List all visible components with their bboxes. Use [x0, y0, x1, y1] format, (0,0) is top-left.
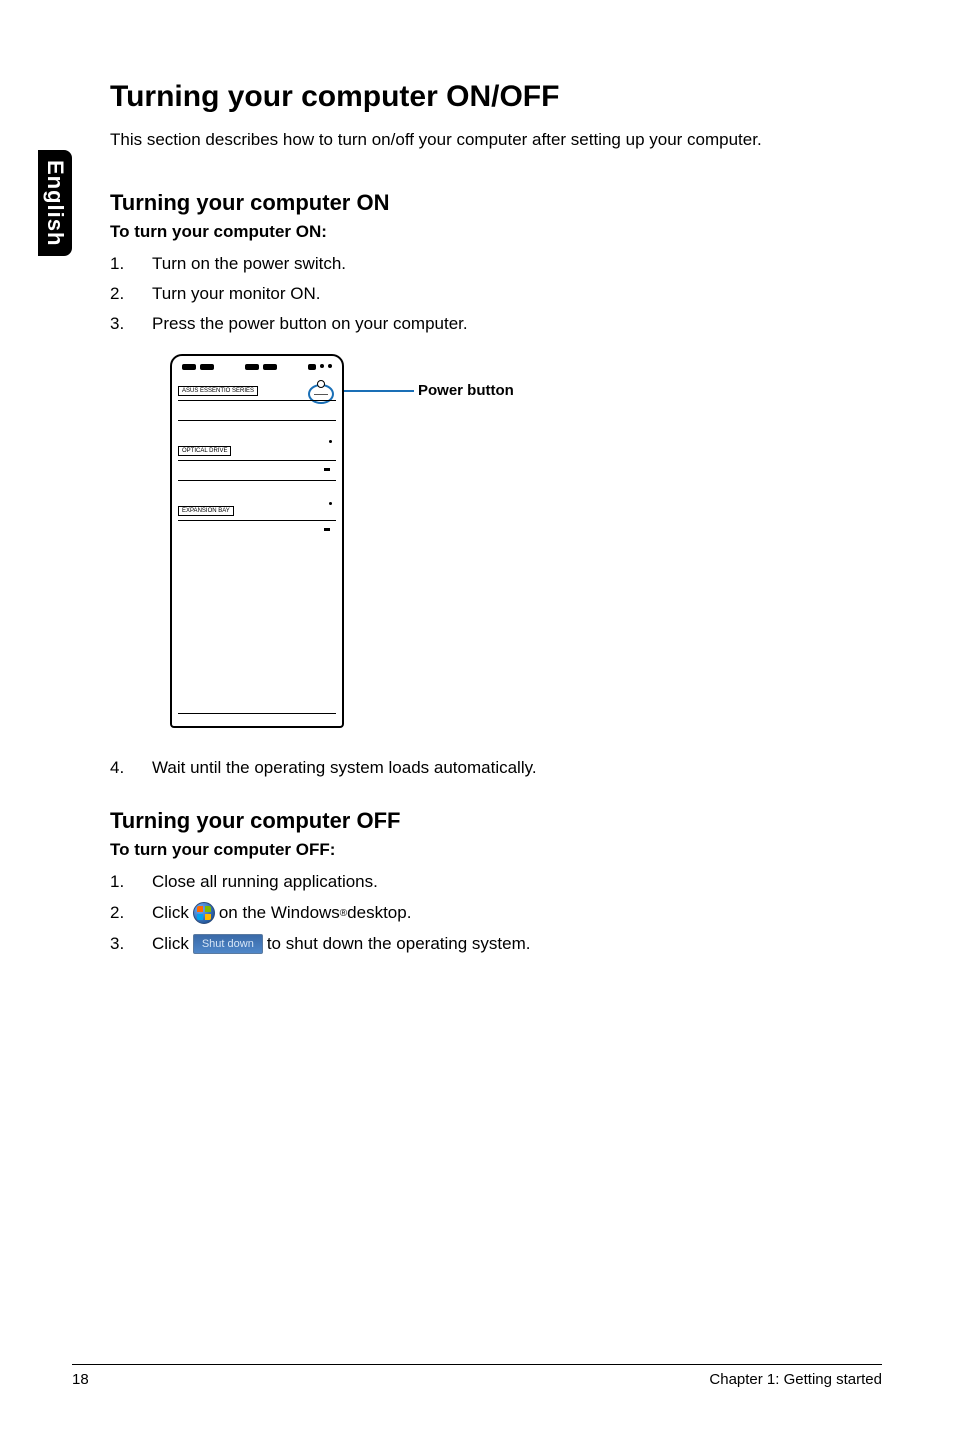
list-item: 3.Press the power button on your compute… — [110, 314, 882, 334]
computer-figure: ASUS ESSENTIO SERIES OPTICAL DRIVE EXPAN… — [170, 354, 882, 728]
on-steps-list-cont: 4.Wait until the operating system loads … — [110, 758, 882, 778]
step-text-part: Click — [152, 934, 189, 954]
step-text: Turn on the power switch. — [152, 254, 346, 274]
optical-drive-label: OPTICAL DRIVE — [178, 446, 231, 456]
list-item: 2.Turn your monitor ON. — [110, 284, 882, 304]
computer-tower-illustration: ASUS ESSENTIO SERIES OPTICAL DRIVE EXPAN… — [170, 354, 344, 728]
list-item: 3. Click Shut down to shut down the oper… — [110, 934, 882, 954]
step-text: Wait until the operating system loads au… — [152, 758, 537, 778]
section-off-heading: Turning your computer OFF — [110, 808, 882, 834]
registered-mark: ® — [340, 908, 347, 919]
step-text-part: to shut down the operating system. — [267, 934, 531, 954]
page-content: Turning your computer ON/OFF This sectio… — [0, 0, 954, 954]
page-title: Turning your computer ON/OFF — [110, 80, 882, 114]
list-item: 2. Click on the Windows® desktop. — [110, 902, 882, 924]
step-text-part: desktop. — [347, 903, 411, 923]
section-off-sub: To turn your computer OFF: — [110, 840, 882, 860]
off-steps-list: 1.Close all running applications. 2. Cli… — [110, 872, 882, 954]
section-on-sub: To turn your computer ON: — [110, 222, 882, 242]
chapter-label: Chapter 1: Getting started — [709, 1371, 882, 1388]
list-item: 4.Wait until the operating system loads … — [110, 758, 882, 778]
language-tab: English — [38, 150, 72, 256]
brand-label: ASUS ESSENTIO SERIES — [178, 386, 258, 396]
step-text-part: Click — [152, 903, 189, 923]
power-button-callout: Power button — [418, 382, 514, 399]
list-item: 1.Close all running applications. — [110, 872, 882, 892]
step-text: Turn your monitor ON. — [152, 284, 320, 304]
shutdown-button-icon: Shut down — [193, 934, 263, 954]
page-footer: 18 Chapter 1: Getting started — [72, 1364, 882, 1388]
page-number: 18 — [72, 1371, 89, 1388]
expansion-bay-label: EXPANSION BAY — [178, 506, 234, 516]
shutdown-button-label: Shut down — [193, 934, 263, 954]
intro-text: This section describes how to turn on/of… — [110, 130, 882, 150]
list-item: 1.Turn on the power switch. — [110, 254, 882, 274]
step-text-part: on the Windows — [219, 903, 340, 923]
section-on-heading: Turning your computer ON — [110, 190, 882, 216]
windows-start-icon — [193, 902, 215, 924]
power-button-icon — [308, 384, 334, 404]
callout-line — [344, 390, 414, 392]
step-text: Press the power button on your computer. — [152, 314, 468, 334]
step-text: Close all running applications. — [152, 872, 378, 892]
on-steps-list: 1.Turn on the power switch. 2.Turn your … — [110, 254, 882, 334]
